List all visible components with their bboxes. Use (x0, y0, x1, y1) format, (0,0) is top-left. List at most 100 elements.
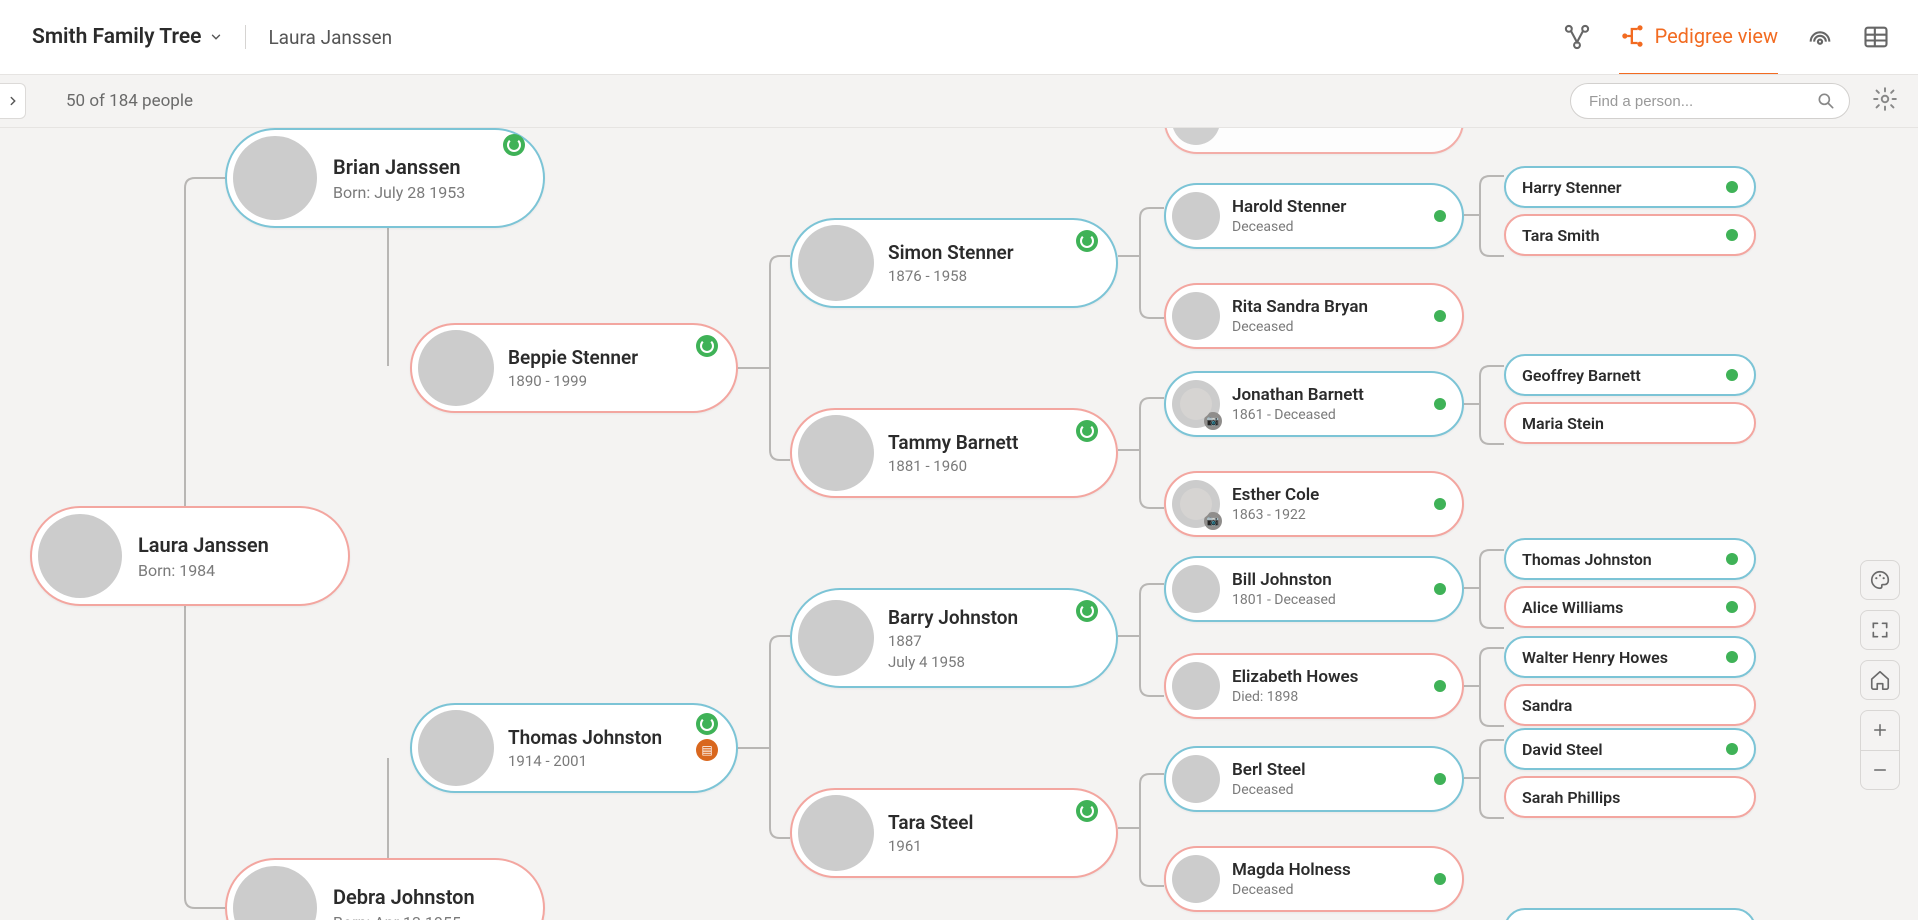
person-sandra[interactable]: Sandra (1504, 684, 1756, 726)
person-debra-johnston[interactable]: Debra JohnstonBorn: Apr 13 1955 (225, 858, 545, 920)
zoom-out-button[interactable] (1861, 751, 1899, 790)
person-name: Tammy Barnett (888, 431, 1018, 454)
tree-name-label: Smith Family Tree (32, 25, 201, 49)
person-geoffrey-barnett[interactable]: Geoffrey Barnett (1504, 354, 1756, 396)
fullscreen-button[interactable] (1860, 610, 1900, 650)
person-berl-steel[interactable]: Berl SteelDeceased (1164, 746, 1464, 812)
person-laura-janssen[interactable]: Laura JanssenBorn: 1984 (30, 506, 350, 606)
person-maria-stein[interactable]: Maria Stein (1504, 402, 1756, 444)
person-bill-johnston[interactable]: Bill Johnston1801 - Deceased (1164, 556, 1464, 622)
hint-dot-icon[interactable] (1726, 229, 1738, 241)
person-name: David Steel (1522, 740, 1603, 759)
hint-badge-icon[interactable] (1076, 420, 1098, 442)
person-alice-williams[interactable]: Alice Williams (1504, 586, 1756, 628)
person-donald-anthony[interactable]: Donald Anthony (1504, 908, 1756, 920)
home-button[interactable] (1860, 660, 1900, 700)
zoom-in-button[interactable] (1861, 711, 1899, 751)
hint-dot-icon[interactable] (1434, 310, 1446, 322)
hint-dot-icon[interactable] (1434, 773, 1446, 785)
view-tabs: Pedigree view (1563, 22, 1890, 53)
person-tammy-barnett[interactable]: Tammy Barnett1881 - 1960 (790, 408, 1118, 498)
person-sub: Born: July 28 1953 (333, 183, 465, 202)
fan-icon (1806, 23, 1834, 51)
person-barry-johnston[interactable]: Barry Johnston1887July 4 1958 (790, 588, 1118, 688)
person-simon-stenner[interactable]: Simon Stenner1876 - 1958 (790, 218, 1118, 308)
hint-badge-icon[interactable] (1076, 230, 1098, 252)
tree-name-dropdown[interactable]: Smith Family Tree (32, 25, 223, 49)
person-name: Sarah Phillips (1522, 788, 1620, 807)
avatar (1172, 192, 1220, 240)
person-name: Thomas Johnston (508, 726, 662, 749)
tab-fan-view[interactable] (1806, 23, 1834, 74)
person-brian-janssen[interactable]: Brian JanssenBorn: July 28 1953 (225, 128, 545, 228)
hint-dot-icon[interactable] (1726, 553, 1738, 565)
record-badge-icon[interactable]: ▤ (696, 739, 718, 761)
avatar (1172, 855, 1220, 903)
person-thomas-johnston-jr[interactable]: Thomas Johnston (1504, 538, 1756, 580)
avatar (233, 136, 317, 220)
tab-pedigree-view[interactable]: Pedigree view (1619, 22, 1778, 76)
person-sarah-phillips[interactable]: Sarah Phillips (1504, 776, 1756, 818)
camera-icon: 📷 (1204, 412, 1222, 430)
person-partial-top[interactable] (1164, 128, 1464, 154)
avatar (1172, 128, 1220, 145)
search-wrap (1570, 83, 1850, 119)
person-sub2: July 4 1958 (888, 653, 1018, 671)
hint-dot-icon[interactable] (1726, 181, 1738, 193)
avatar (798, 795, 874, 871)
hint-badge-icon[interactable] (1076, 800, 1098, 822)
hint-dot-icon[interactable] (1434, 398, 1446, 410)
minus-icon (1871, 761, 1889, 779)
avatar (418, 330, 494, 406)
focus-person-breadcrumb[interactable]: Laura Janssen (268, 26, 392, 49)
person-rita-bryan[interactable]: Rita Sandra BryanDeceased (1164, 283, 1464, 349)
search-input[interactable] (1570, 83, 1850, 119)
canvas-tools (1860, 560, 1900, 790)
person-name: Alice Williams (1522, 598, 1623, 617)
hint-dot-icon[interactable] (1434, 873, 1446, 885)
person-jonathan-barnett[interactable]: 📷 Jonathan Barnett1861 - Deceased (1164, 371, 1464, 437)
person-name: Tara Steel (888, 811, 973, 834)
person-name: Berl Steel (1232, 760, 1306, 780)
person-sub: Born: 1984 (138, 561, 269, 580)
hint-dot-icon[interactable] (1726, 651, 1738, 663)
hint-dot-icon[interactable] (1434, 680, 1446, 692)
person-name: Magda Holness (1232, 860, 1351, 880)
expand-sidebar-button[interactable] (0, 83, 26, 119)
pedigree-canvas[interactable]: Laura JanssenBorn: 1984 Brian JanssenBor… (0, 128, 1918, 920)
person-sub: 1863 - 1922 (1232, 507, 1319, 523)
hint-dot-icon[interactable] (1434, 210, 1446, 222)
hint-dot-icon[interactable] (1726, 601, 1738, 613)
gear-icon (1872, 86, 1898, 112)
plus-icon (1871, 721, 1889, 739)
person-magda-holness[interactable]: Magda HolnessDeceased (1164, 846, 1464, 912)
person-walter-howes[interactable]: Walter Henry Howes (1504, 636, 1756, 678)
person-david-steel[interactable]: David Steel (1504, 728, 1756, 770)
pedigree-view-label: Pedigree view (1655, 24, 1778, 48)
person-name: Walter Henry Howes (1522, 648, 1668, 667)
hint-badge-icon[interactable] (503, 134, 525, 156)
hint-dot-icon[interactable] (1726, 369, 1738, 381)
person-harry-stenner[interactable]: Harry Stenner (1504, 166, 1756, 208)
tab-family-view[interactable] (1563, 23, 1591, 74)
hint-badge-icon[interactable] (696, 713, 718, 735)
person-sub: 1887 (888, 632, 1018, 650)
palette-button[interactable] (1860, 560, 1900, 600)
person-name: Maria Stein (1522, 414, 1604, 433)
person-beppie-stenner[interactable]: Beppie Stenner1890 - 1999 (410, 323, 738, 413)
hint-badge-icon[interactable] (1076, 600, 1098, 622)
person-elizabeth-howes[interactable]: Elizabeth HowesDied: 1898 (1164, 653, 1464, 719)
settings-button[interactable] (1872, 86, 1898, 116)
person-esther-cole[interactable]: 📷 Esther Cole1863 - 1922 (1164, 471, 1464, 537)
hint-dot-icon[interactable] (1726, 743, 1738, 755)
hint-dot-icon[interactable] (1434, 498, 1446, 510)
person-harold-stenner[interactable]: Harold StennerDeceased (1164, 183, 1464, 249)
tab-list-view[interactable] (1862, 23, 1890, 74)
hint-badge-icon[interactable] (696, 335, 718, 357)
person-tara-smith[interactable]: Tara Smith (1504, 214, 1756, 256)
avatar (798, 415, 874, 491)
hint-dot-icon[interactable] (1434, 583, 1446, 595)
person-tara-steel[interactable]: Tara Steel1961 (790, 788, 1118, 878)
person-thomas-johnston[interactable]: Thomas Johnston1914 - 2001 ▤ (410, 703, 738, 793)
pedigree-icon (1619, 22, 1647, 50)
